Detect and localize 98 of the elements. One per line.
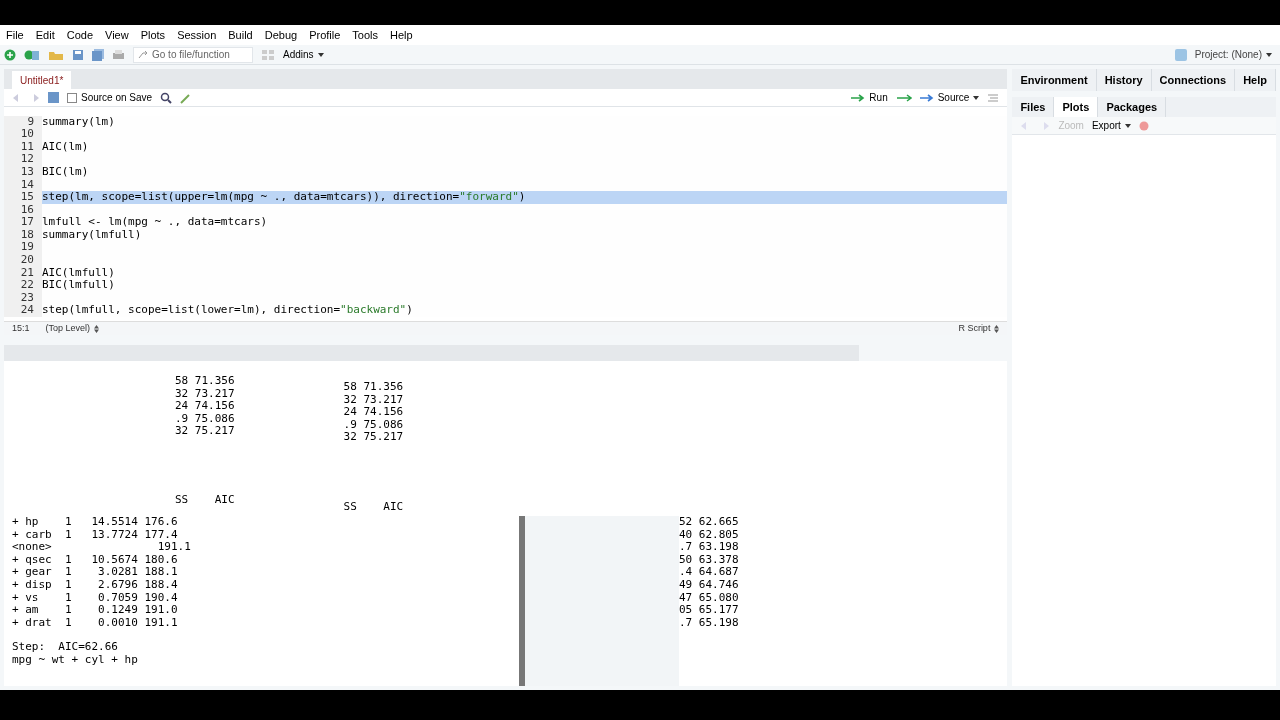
source-on-save-checkbox[interactable]: Source on Save bbox=[67, 90, 153, 105]
line-number: 22 bbox=[4, 279, 42, 292]
console-output: 32 73.217 bbox=[175, 387, 235, 401]
console-output: + disp 1 2.6796 188.4 bbox=[12, 578, 179, 592]
print-icon[interactable] bbox=[112, 48, 125, 61]
arrow-icon bbox=[138, 50, 148, 59]
caret-icon bbox=[317, 52, 324, 57]
console-output: 47 65.080 bbox=[679, 591, 739, 605]
r-project-icon bbox=[1174, 48, 1187, 61]
arrow-icon bbox=[919, 93, 934, 102]
go-to-file-placeholder: Go to file/function bbox=[152, 48, 230, 62]
caret-icon bbox=[1124, 123, 1131, 128]
console-output: .4 64.687 bbox=[679, 566, 739, 579]
line-number: 10 bbox=[4, 128, 42, 141]
export-button[interactable]: Export bbox=[1091, 118, 1131, 133]
addins-button[interactable]: Addins bbox=[283, 47, 324, 62]
rerun-icon[interactable] bbox=[895, 92, 912, 103]
line-number: 15 bbox=[4, 191, 42, 204]
console-output: .7 65.198 bbox=[679, 616, 739, 630]
line-number: 14 bbox=[4, 178, 42, 192]
arrow-icon bbox=[851, 93, 866, 102]
console-output: 05 65.177 bbox=[679, 604, 739, 617]
code-line: lmfull <- lm(mpg ~ ., data=mtcars) bbox=[42, 214, 268, 230]
menu-item[interactable]: View bbox=[99, 26, 135, 44]
menu-item[interactable]: Session bbox=[171, 26, 223, 44]
search-icon[interactable] bbox=[160, 91, 173, 104]
console-output: + am 1 0.1249 191.0 bbox=[12, 604, 179, 617]
save-icon[interactable] bbox=[72, 48, 84, 61]
console-output: 32 75.217 bbox=[343, 431, 404, 444]
menu-item[interactable]: Build bbox=[222, 26, 259, 44]
code-line: BIC(lmfull) bbox=[42, 278, 115, 294]
line-number: 17 bbox=[4, 216, 42, 229]
menu-item[interactable]: Debug bbox=[258, 26, 304, 44]
console-output: 58 71.356 bbox=[343, 381, 404, 394]
menu-item[interactable]: Edit bbox=[29, 26, 61, 44]
console-output: 58 71.356 bbox=[175, 375, 235, 388]
menu-item[interactable]: Tools bbox=[346, 26, 385, 44]
console-output: 52 62.665 bbox=[679, 515, 739, 529]
console-output: .7 63.198 bbox=[679, 541, 739, 554]
file-type-selector[interactable]: R Script bbox=[958, 321, 1000, 336]
save-all-icon[interactable] bbox=[92, 48, 104, 61]
scrollbar[interactable] bbox=[519, 515, 679, 686]
console-output: + gear 1 3.0281 188.1 bbox=[12, 566, 179, 579]
console-output: + hp 1 14.5514 176.6 bbox=[12, 515, 179, 529]
console-output: + drat 1 0.0010 191.1 bbox=[12, 616, 179, 630]
console-output: SS AIC bbox=[343, 498, 404, 512]
console-output: + qsec 1 10.5674 180.6 bbox=[12, 553, 179, 567]
menu-item[interactable]: Help bbox=[384, 26, 419, 44]
console-output: 49 64.746 bbox=[679, 578, 739, 592]
line-number: 9 bbox=[4, 115, 42, 129]
line-number: 19 bbox=[4, 241, 42, 255]
new-file-icon[interactable] bbox=[4, 48, 16, 61]
scope-selector[interactable]: (Top Level) bbox=[45, 321, 100, 336]
console-output: 24 74.156 bbox=[175, 400, 235, 413]
cursor-position: 15:1 bbox=[12, 321, 30, 335]
caret-icon bbox=[1266, 52, 1272, 57]
code-line: summary(lmfull) bbox=[42, 227, 142, 243]
console-output: mpg ~ wt + cyl + hp bbox=[12, 653, 139, 667]
code-line: AIC(lm) bbox=[42, 138, 89, 155]
close-icon[interactable] bbox=[1138, 120, 1149, 131]
code-line: BIC(lm) bbox=[42, 163, 89, 180]
line-number: 20 bbox=[4, 254, 42, 267]
source-button[interactable]: Source bbox=[919, 90, 980, 105]
go-to-file-field[interactable]: Go to file/function bbox=[133, 46, 253, 63]
up-down-icon bbox=[994, 324, 1000, 333]
console-output: 40 62.805 bbox=[679, 528, 739, 542]
console-output: 32 75.217 bbox=[175, 425, 235, 438]
grid-icon[interactable] bbox=[261, 48, 275, 61]
code-line: step(lm, scope=list(upper=lm(mpg ~ ., data=mtcars)), direction="forward") bbox=[42, 189, 526, 206]
menu-item[interactable]: File bbox=[0, 26, 30, 44]
wand-icon[interactable] bbox=[180, 91, 193, 104]
run-button[interactable]: Run bbox=[851, 90, 888, 105]
line-number: 24 bbox=[4, 304, 42, 317]
project-icon[interactable] bbox=[24, 48, 40, 61]
console-output: SS AIC bbox=[175, 491, 235, 508]
console-output: .9 75.086 bbox=[343, 418, 404, 432]
console-output: + carb 1 13.7724 177.4 bbox=[12, 528, 179, 542]
console-output: <none> 191.1 bbox=[12, 541, 192, 554]
project-button[interactable]: Project: (None) bbox=[1194, 47, 1276, 62]
menu-item[interactable]: Profile bbox=[303, 26, 347, 44]
console-output: 24 74.156 bbox=[343, 406, 404, 419]
menu-item[interactable]: Code bbox=[60, 26, 99, 44]
up-down-icon bbox=[94, 324, 100, 333]
menu-item[interactable]: Plots bbox=[134, 26, 172, 44]
code-line: step(lmfull, scope=list(lower=lm), direction="backward") bbox=[42, 302, 413, 319]
pane-tab[interactable]: Plots bbox=[1054, 97, 1099, 117]
code-line: AIC(lmfull) bbox=[42, 264, 115, 280]
outline-icon[interactable] bbox=[987, 92, 1000, 103]
console-output: + vs 1 0.7059 190.4 bbox=[12, 591, 179, 605]
back-forward-icon[interactable] bbox=[12, 92, 40, 103]
console-output: Step: AIC=62.66 bbox=[12, 641, 119, 654]
console-output: .9 75.086 bbox=[175, 412, 235, 426]
line-number: 12 bbox=[4, 153, 42, 166]
code-line: summary(lm) bbox=[42, 113, 115, 130]
console-output: 32 73.217 bbox=[343, 393, 404, 407]
caret-icon bbox=[973, 95, 980, 100]
console-output: 50 63.378 bbox=[679, 553, 739, 567]
editor-tab[interactable]: Untitled1* bbox=[12, 71, 72, 89]
